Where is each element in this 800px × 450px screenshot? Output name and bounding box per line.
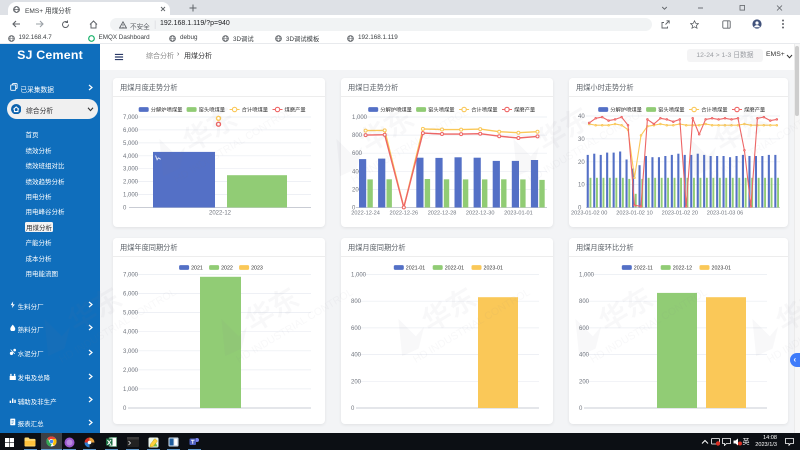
- svg-text:4,000: 4,000: [123, 154, 139, 160]
- svg-text:2,000: 2,000: [123, 180, 139, 186]
- svg-text:600: 600: [579, 326, 590, 332]
- svg-text:2023-01-03 06: 2023-01-03 06: [707, 211, 743, 217]
- svg-text:5,000: 5,000: [123, 311, 139, 317]
- svg-text:合计喷煤量: 合计喷煤量: [701, 105, 728, 113]
- svg-text:2022-12: 2022-12: [673, 265, 692, 271]
- svg-text:1,000: 1,000: [123, 193, 139, 199]
- svg-text:分解炉喷煤量: 分解炉喷煤量: [380, 105, 412, 113]
- svg-text:煤磨产量: 煤磨产量: [285, 105, 307, 113]
- svg-text:0: 0: [123, 406, 127, 412]
- svg-text:1,000: 1,000: [352, 115, 368, 121]
- svg-text:2022-12: 2022-12: [209, 211, 232, 217]
- svg-text:3,000: 3,000: [123, 167, 139, 173]
- svg-text:2023-01-02 00: 2023-01-02 00: [571, 211, 607, 217]
- svg-text:4,000: 4,000: [123, 330, 139, 336]
- svg-text:6,000: 6,000: [123, 292, 139, 298]
- svg-text:窑头喷煤量: 窑头喷煤量: [199, 105, 226, 113]
- svg-text:分解炉喷煤量: 分解炉喷煤量: [151, 105, 183, 113]
- svg-text:7,000: 7,000: [123, 273, 139, 279]
- svg-text:2023-01: 2023-01: [484, 265, 503, 271]
- svg-text:2022-11: 2022-11: [634, 265, 653, 271]
- svg-text:2022-01: 2022-01: [445, 265, 464, 271]
- svg-text:窑头喷煤量: 窑头喷煤量: [658, 105, 685, 113]
- svg-text:合计喷煤量: 合计喷煤量: [242, 105, 269, 113]
- svg-text:400: 400: [579, 353, 590, 359]
- svg-text:2023-01-02 10: 2023-01-02 10: [616, 211, 652, 217]
- svg-text:5,000: 5,000: [123, 141, 139, 147]
- svg-text:7,000: 7,000: [123, 115, 139, 121]
- svg-text:1,000: 1,000: [351, 273, 367, 279]
- svg-text:0: 0: [123, 206, 127, 212]
- svg-text:分解炉喷煤量: 分解炉喷煤量: [610, 105, 642, 113]
- svg-text:2023-01-02 20: 2023-01-02 20: [662, 211, 698, 217]
- svg-text:2022-12-24: 2022-12-24: [351, 211, 380, 217]
- svg-text:煤磨产量: 煤磨产量: [744, 105, 766, 113]
- svg-text:200: 200: [351, 379, 362, 385]
- svg-text:600: 600: [352, 151, 363, 157]
- svg-text:400: 400: [351, 353, 362, 359]
- svg-text:30: 30: [578, 137, 585, 143]
- svg-text:2022-12-30: 2022-12-30: [466, 211, 495, 217]
- svg-text:1,000: 1,000: [579, 273, 595, 279]
- svg-text:600: 600: [351, 326, 362, 332]
- svg-text:2021: 2021: [191, 265, 203, 271]
- svg-text:2023-01-01: 2023-01-01: [504, 211, 533, 217]
- svg-text:合计喷煤量: 合计喷煤量: [471, 105, 498, 113]
- svg-text:窑头喷煤量: 窑头喷煤量: [428, 105, 455, 113]
- svg-text:2,000: 2,000: [123, 368, 139, 374]
- svg-text:20: 20: [578, 160, 585, 166]
- svg-text:1,000: 1,000: [123, 387, 139, 393]
- svg-text:2022-12-26: 2022-12-26: [389, 211, 418, 217]
- svg-text:0: 0: [579, 406, 583, 412]
- svg-text:3,000: 3,000: [123, 349, 139, 355]
- svg-text:2023: 2023: [251, 265, 263, 271]
- svg-text:800: 800: [352, 133, 363, 139]
- svg-text:10: 10: [578, 183, 585, 189]
- svg-text:2021-01: 2021-01: [406, 265, 425, 271]
- svg-text:煤磨产量: 煤磨产量: [514, 105, 536, 113]
- svg-text:2022: 2022: [221, 265, 233, 271]
- svg-text:2023-01: 2023-01: [712, 265, 731, 271]
- svg-text:200: 200: [579, 379, 590, 385]
- svg-text:2022-12-28: 2022-12-28: [428, 211, 457, 217]
- svg-text:6,000: 6,000: [123, 128, 139, 134]
- svg-text:0: 0: [351, 406, 355, 412]
- svg-text:800: 800: [351, 299, 362, 305]
- svg-text:40: 40: [578, 114, 585, 120]
- svg-text:800: 800: [579, 299, 590, 305]
